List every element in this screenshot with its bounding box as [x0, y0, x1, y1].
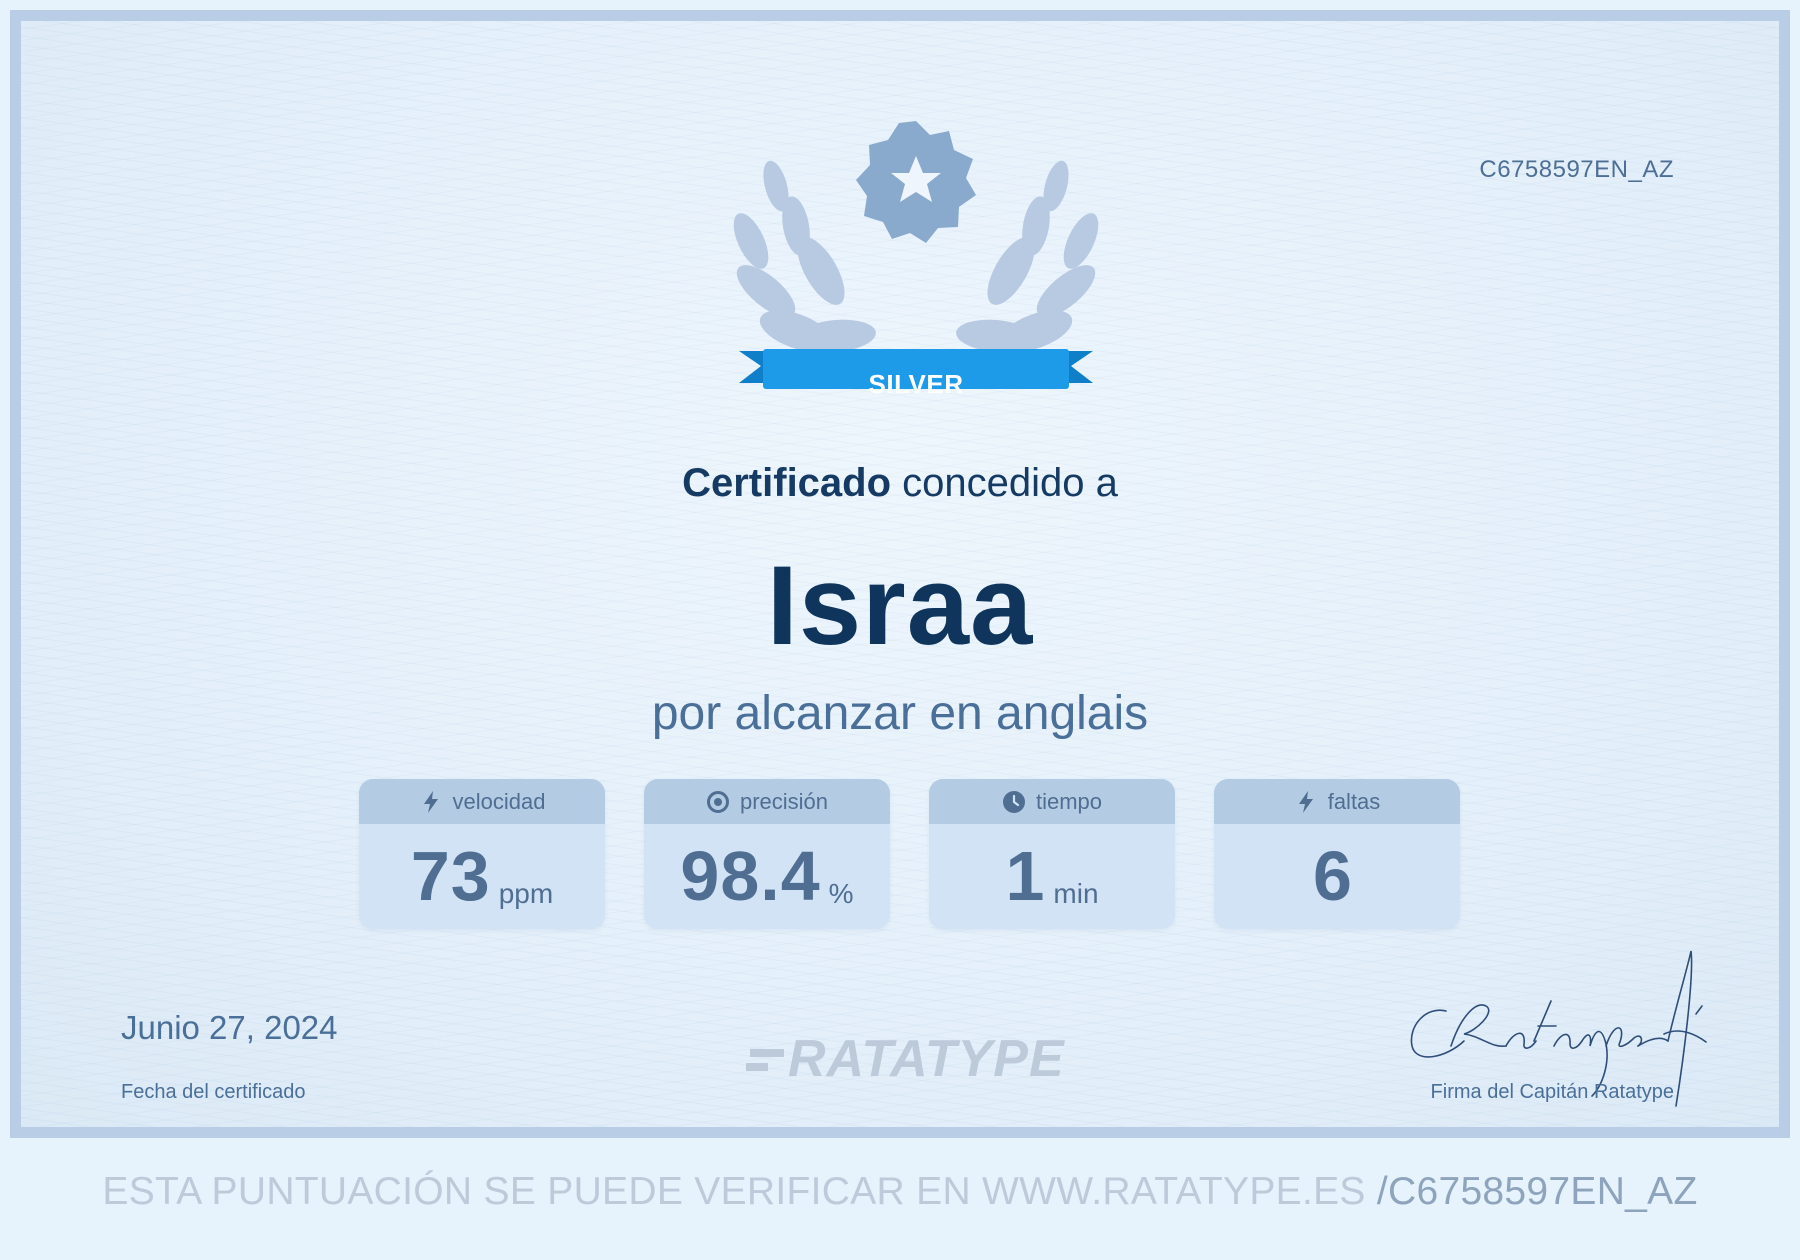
recipient-name: Israa	[766, 543, 1034, 668]
certificate-date: Junio 27, 2024	[121, 1009, 338, 1046]
stat-unit: %	[828, 878, 854, 910]
stat-unit: ppm	[498, 878, 554, 910]
achievement-line: por alcanzar en anglais	[651, 687, 1149, 740]
heading-bold: Certificado	[682, 461, 892, 505]
stat-label: precisión	[739, 788, 829, 814]
stat-label: tiempo	[1035, 788, 1103, 814]
ratatype-logo: RATATYPE	[746, 1029, 1065, 1089]
logo-text: RATATYPE	[788, 1030, 1065, 1088]
target-icon	[706, 790, 729, 813]
stat-label: velocidad	[452, 788, 546, 814]
stat-speed: velocidad 73 ppm	[359, 779, 605, 929]
lightning-icon	[1298, 790, 1313, 813]
clock-icon	[1002, 790, 1025, 813]
stats-row: velocidad 73 ppm precisión 98.4 % tiempo	[359, 779, 1460, 929]
certificate-card: C6758597EN_AZ SILVER Certificado concedi…	[10, 10, 1790, 1138]
stat-value: 73	[410, 837, 491, 915]
certificate-heading: Certificado concedido a	[21, 461, 1779, 506]
certificate-id: C6758597EN_AZ	[1479, 156, 1674, 183]
stat-precision: precisión 98.4 %	[644, 779, 890, 929]
verification-footer: ESTA PUNTUACIÓN SE PUEDE VERIFICAR EN WW…	[0, 1170, 1800, 1214]
verification-text: ESTA PUNTUACIÓN SE PUEDE VERIFICAR EN WW…	[102, 1170, 1366, 1213]
stat-errors: faltas 6	[1214, 779, 1460, 929]
stat-label: faltas	[1327, 788, 1381, 814]
stat-value: 1	[1005, 837, 1046, 915]
lightning-icon	[423, 790, 438, 813]
silver-badge-label: SILVER	[868, 369, 964, 399]
stat-value: 98.4	[680, 837, 821, 915]
verification-code: /C6758597EN_AZ	[1376, 1170, 1698, 1213]
signature-label: Firma del Capitán Ratatype	[1430, 1081, 1674, 1103]
heading-rest: concedido a	[891, 461, 1118, 505]
certificate-date-label: Fecha del certificado	[121, 1081, 306, 1103]
stat-value: 6	[1313, 837, 1353, 915]
logo-speed-lines-icon	[746, 1049, 784, 1072]
stat-unit: min	[1053, 878, 1099, 910]
stat-time: tiempo 1 min	[929, 779, 1175, 929]
silver-award-emblem: SILVER	[721, 121, 1111, 431]
